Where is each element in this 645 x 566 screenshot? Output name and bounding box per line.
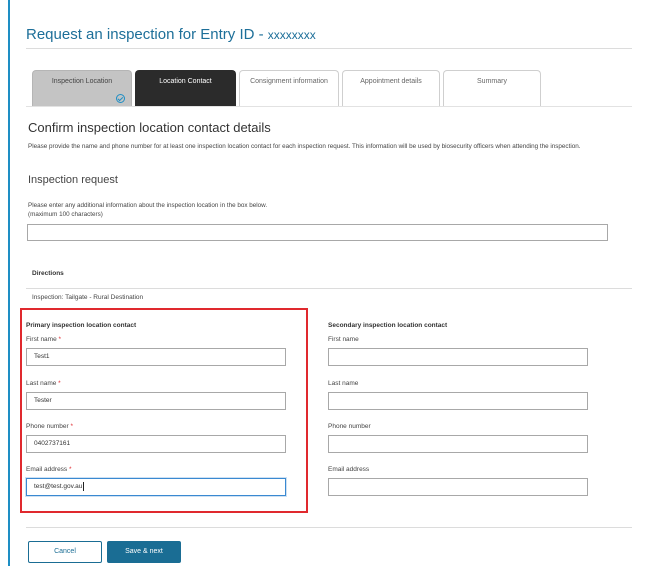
directions-value: Inspection: Tailgate - Rural Destination bbox=[32, 294, 144, 301]
secondary-last-name-label: Last name bbox=[328, 380, 359, 387]
primary-contact-heading: Primary inspection location contact bbox=[26, 322, 137, 329]
required-marker: * bbox=[58, 336, 62, 343]
tabs-divider bbox=[26, 106, 632, 107]
secondary-email-label: Email address bbox=[328, 466, 370, 473]
primary-first-name-input[interactable]: Test1 bbox=[26, 348, 286, 366]
label-text: Last name bbox=[26, 380, 57, 387]
cancel-button[interactable]: Cancel bbox=[28, 541, 102, 563]
secondary-contact-heading: Secondary inspection location contact bbox=[328, 322, 448, 329]
secondary-phone-input[interactable] bbox=[328, 435, 588, 453]
secondary-email-input[interactable] bbox=[328, 478, 588, 496]
additional-info-input[interactable] bbox=[27, 224, 608, 241]
tab-appointment-details[interactable]: Appointment details bbox=[342, 70, 440, 106]
primary-phone-input[interactable]: 0402737161 bbox=[26, 435, 286, 453]
inspection-request-hint: Please enter any additional information … bbox=[28, 201, 267, 219]
directions-label: Directions bbox=[32, 270, 64, 277]
tab-label: Location Contact bbox=[159, 78, 212, 85]
tab-inspection-location[interactable]: Inspection Location bbox=[32, 70, 132, 106]
primary-email-label: Email address * bbox=[26, 466, 72, 473]
primary-first-name-label: First name * bbox=[26, 336, 61, 343]
actions-divider bbox=[26, 527, 632, 528]
label-text: Phone number bbox=[26, 423, 69, 430]
tab-label: Summary bbox=[477, 78, 507, 85]
primary-phone-label: Phone number * bbox=[26, 423, 73, 430]
label-text: Email address bbox=[26, 466, 68, 473]
tab-summary[interactable]: Summary bbox=[443, 70, 541, 106]
page-title-prefix: Request an inspection for Entry ID - bbox=[26, 26, 268, 43]
tab-label: Consignment information bbox=[250, 78, 328, 85]
tab-location-contact[interactable]: Location Contact bbox=[135, 70, 236, 106]
required-marker: * bbox=[58, 380, 61, 387]
tab-label: Inspection Location bbox=[51, 78, 113, 85]
page-title: Request an inspection for Entry ID - xxx… bbox=[26, 26, 316, 43]
primary-email-input[interactable]: test@test.gov.au bbox=[26, 478, 286, 496]
email-text: test@test.gov.au bbox=[34, 483, 83, 490]
secondary-phone-label: Phone number bbox=[328, 423, 371, 430]
required-marker: * bbox=[69, 466, 72, 473]
save-next-button[interactable]: Save & next bbox=[107, 541, 181, 563]
section-heading: Confirm inspection location contact deta… bbox=[28, 120, 271, 135]
hint-line-1: Please enter any additional information … bbox=[28, 202, 268, 209]
secondary-first-name-input[interactable] bbox=[328, 348, 588, 366]
primary-last-name-label: Last name * bbox=[26, 380, 61, 387]
entry-id: xxxxxxxx bbox=[267, 28, 316, 42]
section-intro: Please provide the name and phone number… bbox=[28, 143, 581, 150]
tab-label: Appointment details bbox=[360, 78, 422, 85]
secondary-last-name-input[interactable] bbox=[328, 392, 588, 410]
primary-last-name-input[interactable]: Tester bbox=[26, 392, 286, 410]
secondary-first-name-label: First name bbox=[328, 336, 359, 343]
directions-divider bbox=[26, 288, 632, 289]
text-caret bbox=[83, 481, 85, 491]
required-marker: * bbox=[70, 423, 73, 430]
page-frame: Request an inspection for Entry ID - xxx… bbox=[8, 0, 645, 566]
label-text: First name bbox=[26, 336, 57, 343]
inspection-request-heading: Inspection request bbox=[28, 174, 118, 186]
check-circle-icon bbox=[116, 94, 125, 103]
tab-consignment-information[interactable]: Consignment information bbox=[239, 70, 339, 106]
hint-line-2: (maximum 100 characters) bbox=[28, 211, 103, 218]
title-divider bbox=[26, 48, 632, 49]
